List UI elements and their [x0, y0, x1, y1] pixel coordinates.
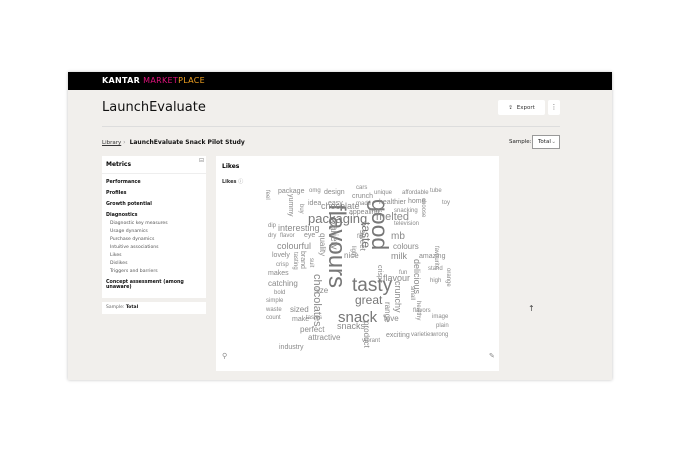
word-cloud-word: healthier	[379, 199, 406, 206]
word-cloud-word: unique	[374, 190, 393, 196]
word-cloud-word: crisp	[276, 262, 289, 268]
word-cloud-word: made	[356, 201, 372, 207]
word-cloud-word: bold	[274, 290, 286, 296]
word-cloud-word: brand	[299, 251, 306, 269]
word-cloud-word: choose	[420, 198, 426, 218]
word-cloud-word: high	[430, 278, 442, 284]
word-cloud-word: cars	[356, 185, 368, 191]
sidebar-item[interactable]: Purchase dynamics	[102, 237, 206, 242]
breadcrumb: Library › LaunchEvaluate Snack Pilot Stud…	[102, 139, 245, 146]
word-cloud-word: quality	[318, 233, 327, 257]
word-cloud-word: vast	[371, 208, 383, 214]
sidebar-section[interactable]: Concept assessment (among unaware)	[102, 280, 206, 290]
sidebar-section[interactable]: Performance	[102, 180, 206, 185]
word-cloud-word: mb	[391, 231, 405, 242]
word-cloud-word: variety	[328, 220, 339, 250]
sidebar-item[interactable]: Triggers and barriers	[102, 269, 206, 274]
word-cloud-word: fun	[399, 270, 408, 276]
word-cloud-word: plain	[436, 323, 449, 329]
breadcrumb-current: LaunchEvaluate Snack Pilot Study	[129, 139, 245, 146]
word-cloud-word: feel	[264, 190, 270, 200]
word-cloud-word: great	[355, 293, 383, 307]
sidebar-item[interactable]: Usage dynamics	[102, 229, 206, 234]
more-options-button[interactable]: ⋮	[548, 100, 560, 115]
word-cloud-word: count	[266, 315, 281, 321]
sidebar-sample: Sample: Total	[102, 302, 206, 314]
sidebar-item[interactable]: Likes	[102, 253, 206, 258]
likes-card: Likes Likes ⓘ flavours good tasty packaging…	[216, 156, 499, 371]
word-cloud-word: suit	[308, 258, 314, 268]
word-cloud-word: crunchy	[393, 281, 403, 313]
word-cloud-word: waste	[266, 307, 282, 313]
collapse-panel-icon[interactable]: ⊟	[199, 157, 204, 164]
word-cloud-word: dry	[268, 233, 277, 239]
word-cloud-word: television	[394, 221, 420, 227]
word-cloud-word: tube	[430, 188, 442, 194]
word-cloud-word: vibrant	[362, 338, 381, 344]
word-cloud-word: dip	[268, 223, 277, 229]
word-cloud-word: yummy	[287, 194, 294, 217]
word-cloud-word: crunch	[352, 193, 374, 200]
sample-label: Sample:	[509, 139, 532, 145]
word-cloud-word: buy	[298, 204, 304, 214]
word-cloud: flavours good tasty packaging snack great tast…	[216, 156, 499, 371]
word-cloud-word: small	[409, 286, 415, 301]
word-cloud-word: design	[324, 189, 345, 196]
word-cloud-word: milk	[391, 251, 407, 261]
word-cloud-word: healthy	[415, 301, 421, 321]
word-cloud-word: range	[383, 302, 392, 323]
word-cloud-word: sweet	[358, 230, 367, 251]
app-window: KANTAR MARKETPLACE LaunchEvaluate ⇪ Expor…	[68, 72, 612, 380]
sidebar-section[interactable]: Profiles	[102, 191, 206, 196]
word-cloud-word: wrong	[432, 332, 449, 338]
word-cloud-word: tastes	[306, 315, 323, 321]
word-cloud-word: eye	[304, 232, 316, 239]
lightbulb-icon[interactable]: ⚲	[222, 352, 227, 360]
page-title: LaunchEvaluate	[102, 100, 206, 115]
word-cloud-word: light	[350, 246, 356, 258]
sidebar-section[interactable]: Diagnostics	[102, 213, 206, 218]
sidebar-title: Metrics	[102, 156, 206, 174]
word-cloud-word: orange	[445, 268, 451, 287]
word-cloud-word: image	[432, 314, 449, 320]
word-cloud-word: flavor	[280, 233, 295, 239]
sidebar-item[interactable]: Intuitive associations	[102, 245, 206, 250]
word-cloud-word: snacks	[337, 321, 366, 331]
word-cloud-word: easy	[328, 200, 343, 207]
chevron-down-icon: ⌄	[551, 139, 556, 145]
top-bar: KANTAR MARKETPLACE	[68, 72, 612, 90]
breadcrumb-library-link[interactable]: Library	[102, 140, 121, 146]
word-cloud-word: exciting	[386, 332, 410, 339]
word-cloud-word: tasting	[292, 252, 298, 270]
word-cloud-word: favourite	[433, 246, 439, 270]
word-cloud-word: idea	[308, 200, 322, 207]
metrics-sidebar: Metrics ⊟ Performance Profiles Growth pote…	[102, 156, 206, 298]
word-cloud-word: snacking	[394, 208, 418, 214]
word-cloud-word: industry	[279, 344, 304, 351]
export-button[interactable]: ⇪ Export	[498, 100, 545, 115]
word-cloud-word: attractive	[308, 333, 341, 342]
scroll-to-top-button[interactable]: ↑	[528, 304, 535, 313]
sidebar-item[interactable]: Dislikes	[102, 261, 206, 266]
upload-icon: ⇪	[508, 104, 513, 111]
word-cloud-word: simple	[266, 298, 284, 304]
word-cloud-word: size	[314, 286, 329, 295]
word-cloud-word: sized	[290, 305, 309, 314]
edit-icon[interactable]: ✎	[489, 352, 495, 360]
word-cloud-word: omg	[309, 188, 321, 194]
word-cloud-word: lovely	[272, 252, 290, 259]
word-cloud-word: crisps	[376, 265, 383, 284]
word-cloud-word: toy	[442, 200, 451, 206]
word-cloud-word: varieties	[411, 332, 434, 338]
sidebar-item[interactable]: Diagnostic key measures	[102, 221, 206, 226]
word-cloud-word: affordable	[402, 190, 429, 196]
kantar-marketplace-logo[interactable]: KANTAR MARKETPLACE	[102, 76, 205, 85]
word-cloud-word: colours	[393, 242, 419, 251]
sidebar-section[interactable]: Growth potential	[102, 202, 206, 207]
word-cloud-word: makes	[268, 270, 289, 277]
word-cloud-word: catching	[268, 279, 298, 288]
divider	[102, 126, 560, 127]
sample-select[interactable]: Total ⌄	[532, 135, 560, 149]
word-cloud-word: colourful	[277, 241, 312, 251]
